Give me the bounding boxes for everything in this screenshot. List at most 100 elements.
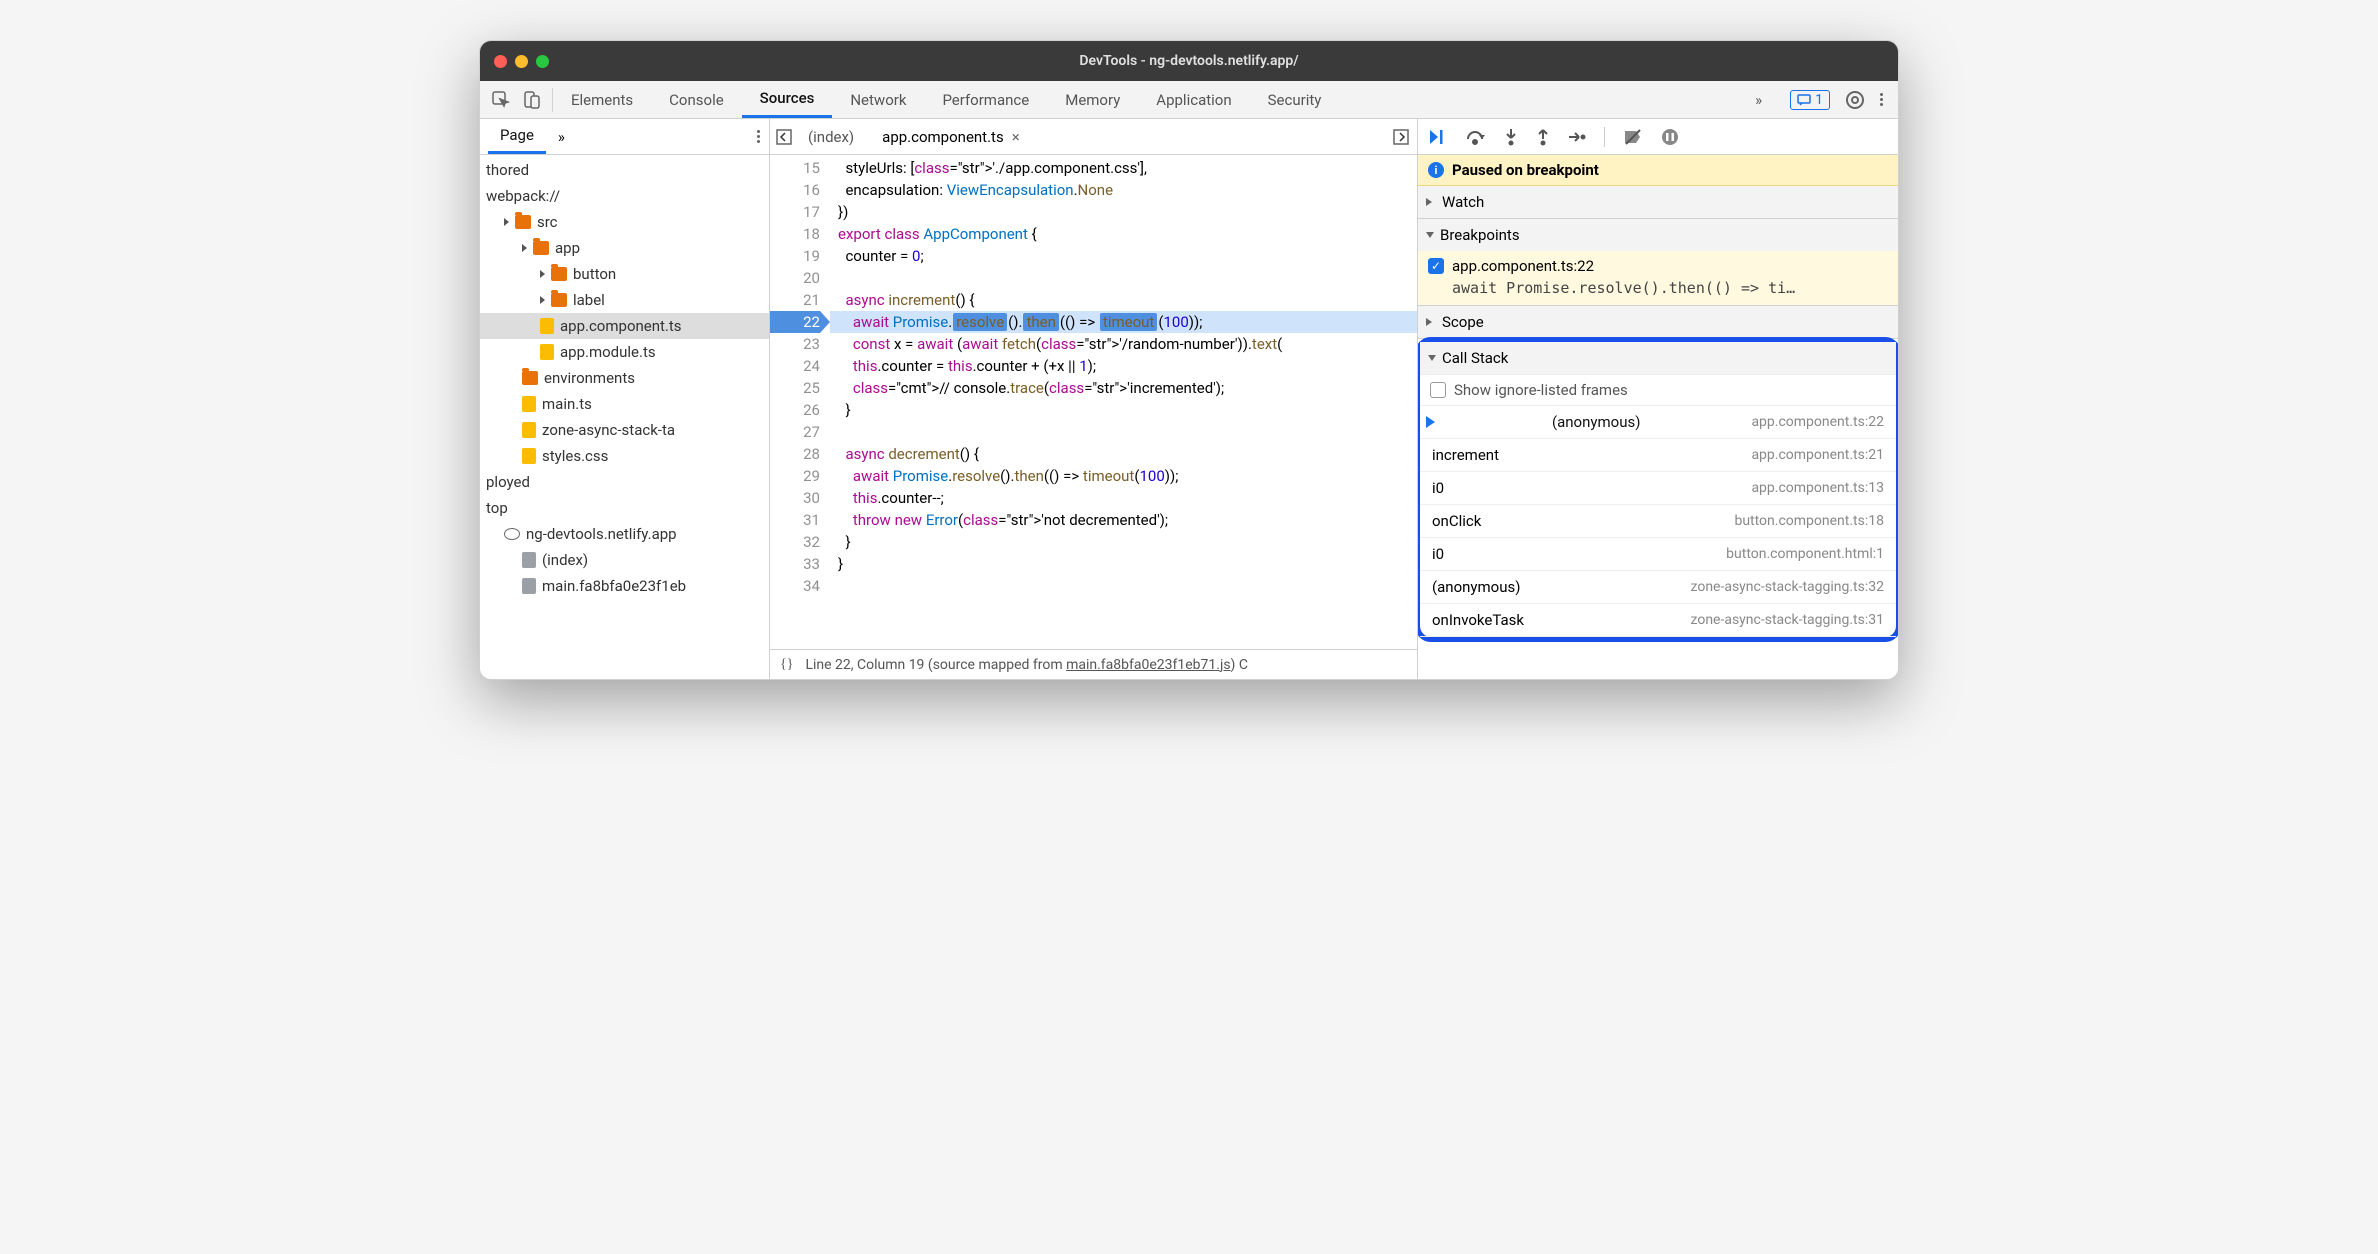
folder-icon bbox=[522, 371, 538, 385]
pretty-print-icon[interactable]: {} bbox=[780, 657, 793, 673]
file-icon bbox=[540, 344, 554, 360]
message-icon bbox=[1797, 94, 1811, 106]
tab-performance[interactable]: Performance bbox=[924, 81, 1047, 118]
toolbar-left bbox=[480, 91, 552, 109]
tab-network[interactable]: Network bbox=[832, 81, 924, 118]
folder-icon bbox=[551, 293, 567, 307]
step-into-icon[interactable] bbox=[1504, 128, 1518, 146]
editor-tab[interactable]: (index) bbox=[794, 119, 868, 154]
navigator-more-icon[interactable] bbox=[757, 130, 761, 143]
resume-icon[interactable] bbox=[1428, 128, 1448, 146]
file-icon bbox=[540, 318, 554, 334]
caret-icon bbox=[540, 296, 545, 304]
file-icon bbox=[522, 396, 536, 412]
nav-back-icon[interactable] bbox=[776, 129, 794, 145]
callstack-frame[interactable]: onInvokeTaskzone-async-stack-tagging.ts:… bbox=[1420, 604, 1896, 637]
line-gutter[interactable]: 1516171819202122232425262728293031323334 bbox=[770, 155, 830, 649]
caret-icon bbox=[504, 218, 509, 226]
tree-item[interactable]: button bbox=[480, 261, 769, 287]
tree-item[interactable]: environments bbox=[480, 365, 769, 391]
tree-item[interactable]: webpack:// bbox=[480, 183, 769, 209]
callstack-frame[interactable]: i0button.component.html:1 bbox=[1420, 538, 1896, 571]
breakpoints-header[interactable]: Breakpoints bbox=[1418, 219, 1898, 251]
debugger-toolbar bbox=[1418, 119, 1898, 155]
navigator-panel: Page » thoredwebpack://srcappbuttonlabel… bbox=[480, 119, 770, 679]
step-icon[interactable] bbox=[1568, 129, 1586, 145]
code-body[interactable]: styleUrls: [class="str">'./app.component… bbox=[830, 155, 1417, 649]
editor-tab[interactable]: app.component.ts× bbox=[868, 119, 1034, 154]
caret-icon bbox=[522, 244, 527, 252]
code-editor[interactable]: 1516171819202122232425262728293031323334… bbox=[770, 155, 1417, 649]
callstack-header[interactable]: Call Stack bbox=[1420, 342, 1896, 374]
pause-exceptions-icon[interactable] bbox=[1661, 128, 1679, 146]
file-icon bbox=[522, 448, 536, 464]
tree-item[interactable]: app bbox=[480, 235, 769, 261]
panel-tabs: ElementsConsoleSourcesNetworkPerformance… bbox=[553, 81, 1741, 118]
deactivate-breakpoints-icon[interactable] bbox=[1623, 128, 1643, 146]
tree-item[interactable]: app.module.ts bbox=[480, 339, 769, 365]
callstack-highlight-box: Call Stack Show ignore-listed frames (an… bbox=[1418, 337, 1898, 642]
tree-item[interactable]: ng-devtools.netlify.app bbox=[480, 521, 769, 547]
breakpoint-item[interactable]: ✓ app.component.ts:22 await Promise.resol… bbox=[1418, 251, 1898, 305]
tree-item[interactable]: styles.css bbox=[480, 443, 769, 469]
breakpoints-section: Breakpoints ✓ app.component.ts:22 await P… bbox=[1418, 219, 1898, 306]
tree-item[interactable]: app.component.ts bbox=[480, 313, 769, 339]
tree-item[interactable]: zone-async-stack-ta bbox=[480, 417, 769, 443]
callstack-frame[interactable]: incrementapp.component.ts:21 bbox=[1420, 439, 1896, 472]
main-area: Page » thoredwebpack://srcappbuttonlabel… bbox=[480, 119, 1898, 679]
titlebar: DevTools - ng-devtools.netlify.app/ bbox=[480, 41, 1898, 81]
more-icon[interactable] bbox=[1880, 93, 1884, 106]
folder-icon bbox=[533, 241, 549, 255]
paused-label: Paused on breakpoint bbox=[1452, 161, 1599, 179]
cursor-position: Line 22, Column 19 (source mapped from m… bbox=[805, 657, 1248, 673]
window-title: DevTools - ng-devtools.netlify.app/ bbox=[480, 53, 1898, 69]
tree-item[interactable]: (index) bbox=[480, 547, 769, 573]
show-ignore-checkbox[interactable] bbox=[1430, 382, 1446, 398]
editor-panel: (index)app.component.ts× 151617181920212… bbox=[770, 119, 1418, 679]
tree-item[interactable]: main.ts bbox=[480, 391, 769, 417]
messages-badge[interactable]: 1 bbox=[1790, 90, 1830, 110]
breakpoint-checkbox[interactable]: ✓ bbox=[1428, 258, 1444, 274]
tab-memory[interactable]: Memory bbox=[1047, 81, 1138, 118]
callstack-frame[interactable]: (anonymous)app.component.ts:22 bbox=[1420, 406, 1896, 439]
tabs-overflow-button[interactable]: » bbox=[1741, 91, 1776, 109]
watch-label: Watch bbox=[1442, 193, 1484, 211]
scope-section[interactable]: Scope bbox=[1418, 306, 1898, 339]
breakpoint-code: await Promise.resolve().then(() => ti… bbox=[1428, 279, 1888, 297]
file-icon bbox=[522, 578, 536, 594]
tree-item[interactable]: label bbox=[480, 287, 769, 313]
breakpoint-file: app.component.ts:22 bbox=[1452, 257, 1594, 275]
tree-item[interactable]: top bbox=[480, 495, 769, 521]
cloud-icon bbox=[504, 528, 520, 540]
tree-item[interactable]: main.fa8bfa0e23f1eb bbox=[480, 573, 769, 599]
callstack-frame[interactable]: onClickbutton.component.ts:18 bbox=[1420, 505, 1896, 538]
show-ignore-listed[interactable]: Show ignore-listed frames bbox=[1420, 375, 1896, 406]
nav-forward-icon[interactable] bbox=[1393, 129, 1411, 145]
sourcemap-link[interactable]: main.fa8bfa0e23f1eb71.js bbox=[1066, 657, 1230, 673]
watch-section[interactable]: Watch bbox=[1418, 186, 1898, 219]
callstack-frame[interactable]: i0app.component.ts:13 bbox=[1420, 472, 1896, 505]
tab-security[interactable]: Security bbox=[1250, 81, 1340, 118]
settings-icon[interactable] bbox=[1846, 91, 1864, 109]
devtools-window: DevTools - ng-devtools.netlify.app/ Elem… bbox=[479, 40, 1899, 680]
file-icon bbox=[522, 552, 536, 568]
toolbar-right: 1 bbox=[1776, 90, 1898, 110]
step-over-icon[interactable] bbox=[1466, 129, 1486, 145]
tab-elements[interactable]: Elements bbox=[553, 81, 651, 118]
file-tree[interactable]: thoredwebpack://srcappbuttonlabelapp.com… bbox=[480, 155, 769, 679]
tab-console[interactable]: Console bbox=[651, 81, 742, 118]
folder-icon bbox=[551, 267, 567, 281]
inspect-icon[interactable] bbox=[492, 91, 510, 109]
editor-status-bar: {} Line 22, Column 19 (source mapped fro… bbox=[770, 649, 1417, 679]
tab-application[interactable]: Application bbox=[1138, 81, 1249, 118]
device-toggle-icon[interactable] bbox=[524, 91, 540, 109]
tree-item[interactable]: src bbox=[480, 209, 769, 235]
close-tab-icon[interactable]: × bbox=[1012, 128, 1020, 146]
callstack-frame[interactable]: (anonymous)zone-async-stack-tagging.ts:3… bbox=[1420, 571, 1896, 604]
step-out-icon[interactable] bbox=[1536, 128, 1550, 146]
tree-item[interactable]: thored bbox=[480, 157, 769, 183]
tree-item[interactable]: ployed bbox=[480, 469, 769, 495]
tab-sources[interactable]: Sources bbox=[742, 81, 833, 118]
navigator-tab-page[interactable]: Page bbox=[488, 119, 546, 154]
navigator-overflow[interactable]: » bbox=[546, 119, 577, 154]
